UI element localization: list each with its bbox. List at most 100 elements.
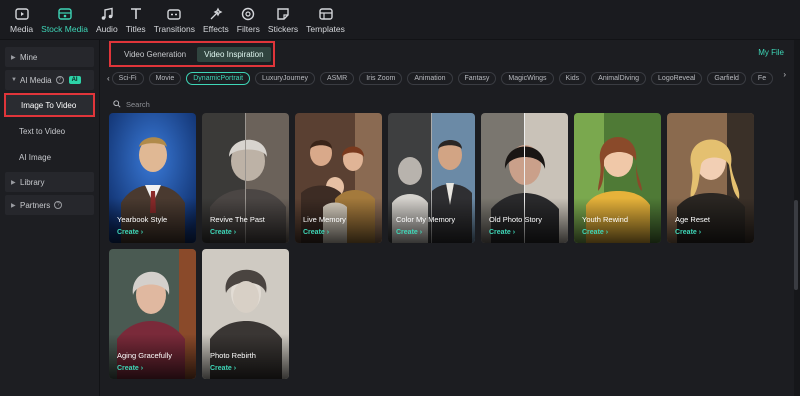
filters-icon <box>240 6 256 22</box>
search-icon <box>113 95 121 113</box>
category-chips: ‹ Sci-Fi Movie DynamicPortrait LuxuryJou… <box>107 70 777 86</box>
stickers-icon <box>275 6 291 22</box>
create-button[interactable]: Create › <box>210 365 236 372</box>
media-icon <box>14 6 30 22</box>
template-card[interactable]: Live Memory Create › <box>295 113 382 243</box>
audio-icon <box>99 6 115 22</box>
card-title: Aging Gracefully <box>117 351 173 360</box>
chip-iris-zoom[interactable]: Iris Zoom <box>359 71 403 85</box>
sidebar-item-partners[interactable]: ▶ Partners ? <box>5 195 94 215</box>
create-button[interactable]: Create › <box>396 229 422 236</box>
toolbar-transitions-label: Transitions <box>153 24 195 34</box>
chip-luxury-journey[interactable]: LuxuryJourney <box>255 71 315 85</box>
sidebar-item-text-to-video[interactable]: Text to Video <box>4 119 95 143</box>
toolbar-filters[interactable]: Filters <box>233 0 264 40</box>
sidebar-item-partners-label: Partners <box>20 200 51 210</box>
chip-asmr[interactable]: ASMR <box>319 71 355 85</box>
template-card[interactable]: Photo Rebirth Create › <box>202 249 289 379</box>
chip-fantasy[interactable]: Fantasy <box>457 71 497 85</box>
toolbar-stickers[interactable]: Stickers <box>264 0 302 40</box>
tab-video-inspiration[interactable]: Video Inspiration <box>197 46 271 62</box>
template-card[interactable]: Color My Memory Create › <box>388 113 475 243</box>
template-card[interactable]: Revive The Past Create › <box>202 113 289 243</box>
sidebar: ▶ Mine ▼ AI Media ? AI Image To Video Te… <box>0 40 100 396</box>
sidebar-item-text-to-video-label: Text to Video <box>19 126 66 136</box>
card-title: Age Reset <box>675 215 711 224</box>
sidebar-item-ai-image[interactable]: AI Image <box>4 145 95 169</box>
chip-magic-wings[interactable]: MagicWings <box>501 71 554 85</box>
chip-animal-diving[interactable]: AnimalDiving <box>591 71 647 85</box>
create-button[interactable]: Create › <box>489 229 515 236</box>
create-button[interactable]: Create › <box>117 229 143 236</box>
titles-icon <box>128 6 144 22</box>
help-icon[interactable]: ? <box>55 76 64 84</box>
chevron-right-icon: ▶ <box>11 179 16 186</box>
toolbar-effects[interactable]: Effects <box>199 0 233 40</box>
sidebar-item-library-label: Library <box>20 177 45 187</box>
chevron-left-icon[interactable]: ‹ <box>107 74 110 83</box>
card-title: Photo Rebirth <box>210 351 256 360</box>
sidebar-item-mine[interactable]: ▶ Mine <box>5 47 94 67</box>
toolbar-templates-label: Templates <box>306 24 345 34</box>
chevron-right-icon: ▶ <box>11 202 16 209</box>
chip-sci-fi[interactable]: Sci-Fi <box>111 71 144 85</box>
toolbar-media-label: Media <box>10 24 34 34</box>
card-title: Youth Rewind <box>582 215 629 224</box>
tab-video-generation[interactable]: Video Generation <box>117 47 193 62</box>
create-button[interactable]: Create › <box>210 229 236 236</box>
effects-icon <box>208 6 224 22</box>
toolbar-audio[interactable]: Audio <box>92 0 122 40</box>
template-card[interactable]: Yearbook Style Create › <box>109 113 196 243</box>
card-title: Color My Memory <box>396 215 456 224</box>
my-file-link[interactable]: My File <box>758 48 784 57</box>
sidebar-item-library[interactable]: ▶ Library <box>5 172 94 192</box>
chip-fe[interactable]: Fe <box>750 71 774 85</box>
toolbar-effects-label: Effects <box>202 24 229 34</box>
toolbar-transitions[interactable]: Transitions <box>150 0 199 40</box>
tab-bar: Video Generation Video Inspiration <box>109 41 275 67</box>
template-card[interactable]: Youth Rewind Create › <box>574 113 661 243</box>
stock-media-icon <box>57 6 73 22</box>
toolbar-filters-label: Filters <box>236 24 260 34</box>
template-card[interactable]: Old Photo Story Create › <box>481 113 568 243</box>
search-input[interactable]: Search <box>126 100 150 109</box>
toolbar-stock-media-label: Stock Media <box>41 24 88 34</box>
toolbar-templates[interactable]: Templates <box>302 0 349 40</box>
toolbar-stickers-label: Stickers <box>267 24 299 34</box>
card-title: Yearbook Style <box>117 215 168 224</box>
template-card[interactable]: Age Reset Create › <box>667 113 754 243</box>
sidebar-item-image-to-video[interactable]: Image To Video <box>4 93 95 117</box>
chip-kids[interactable]: Kids <box>558 71 587 85</box>
scrollbar[interactable] <box>794 200 798 290</box>
top-toolbar: Media Stock Media Audio Titles Transitio… <box>0 0 800 40</box>
create-button[interactable]: Create › <box>675 229 701 236</box>
create-button[interactable]: Create › <box>303 229 329 236</box>
chevron-right-icon: ▶ <box>11 54 16 61</box>
templates-icon <box>318 6 334 22</box>
sidebar-item-ai-media[interactable]: ▼ AI Media ? AI <box>5 70 94 90</box>
toolbar-media[interactable]: Media <box>6 0 37 40</box>
chip-garfield[interactable]: Garfield <box>707 71 746 85</box>
toolbar-audio-label: Audio <box>95 24 118 34</box>
chevron-right-icon[interactable]: › <box>783 70 786 79</box>
chip-logo-reveal[interactable]: LogoReveal <box>651 71 703 85</box>
create-button[interactable]: Create › <box>582 229 608 236</box>
chevron-down-icon: ▼ <box>11 77 17 83</box>
toolbar-titles[interactable]: Titles <box>122 0 150 40</box>
ai-badge: AI <box>68 76 81 84</box>
create-button[interactable]: Create › <box>117 365 143 372</box>
sidebar-item-ai-image-label: AI Image <box>19 152 52 162</box>
main-panel: Video Generation Video Inspiration My Fi… <box>101 40 800 396</box>
card-title: Revive The Past <box>210 215 265 224</box>
card-title: Old Photo Story <box>489 215 542 224</box>
search-bar[interactable]: Search <box>113 95 150 113</box>
chip-movie[interactable]: Movie <box>148 71 182 85</box>
transitions-icon <box>166 6 182 22</box>
toolbar-stock-media[interactable]: Stock Media <box>37 0 92 40</box>
chip-dynamic-portrait[interactable]: DynamicPortrait <box>186 71 251 85</box>
chip-animation[interactable]: Animation <box>407 71 453 85</box>
help-icon[interactable]: ? <box>54 201 63 209</box>
card-title: Live Memory <box>303 215 346 224</box>
template-card[interactable]: Aging Gracefully Create › <box>109 249 196 379</box>
sidebar-item-ai-media-label: AI Media <box>20 75 52 85</box>
